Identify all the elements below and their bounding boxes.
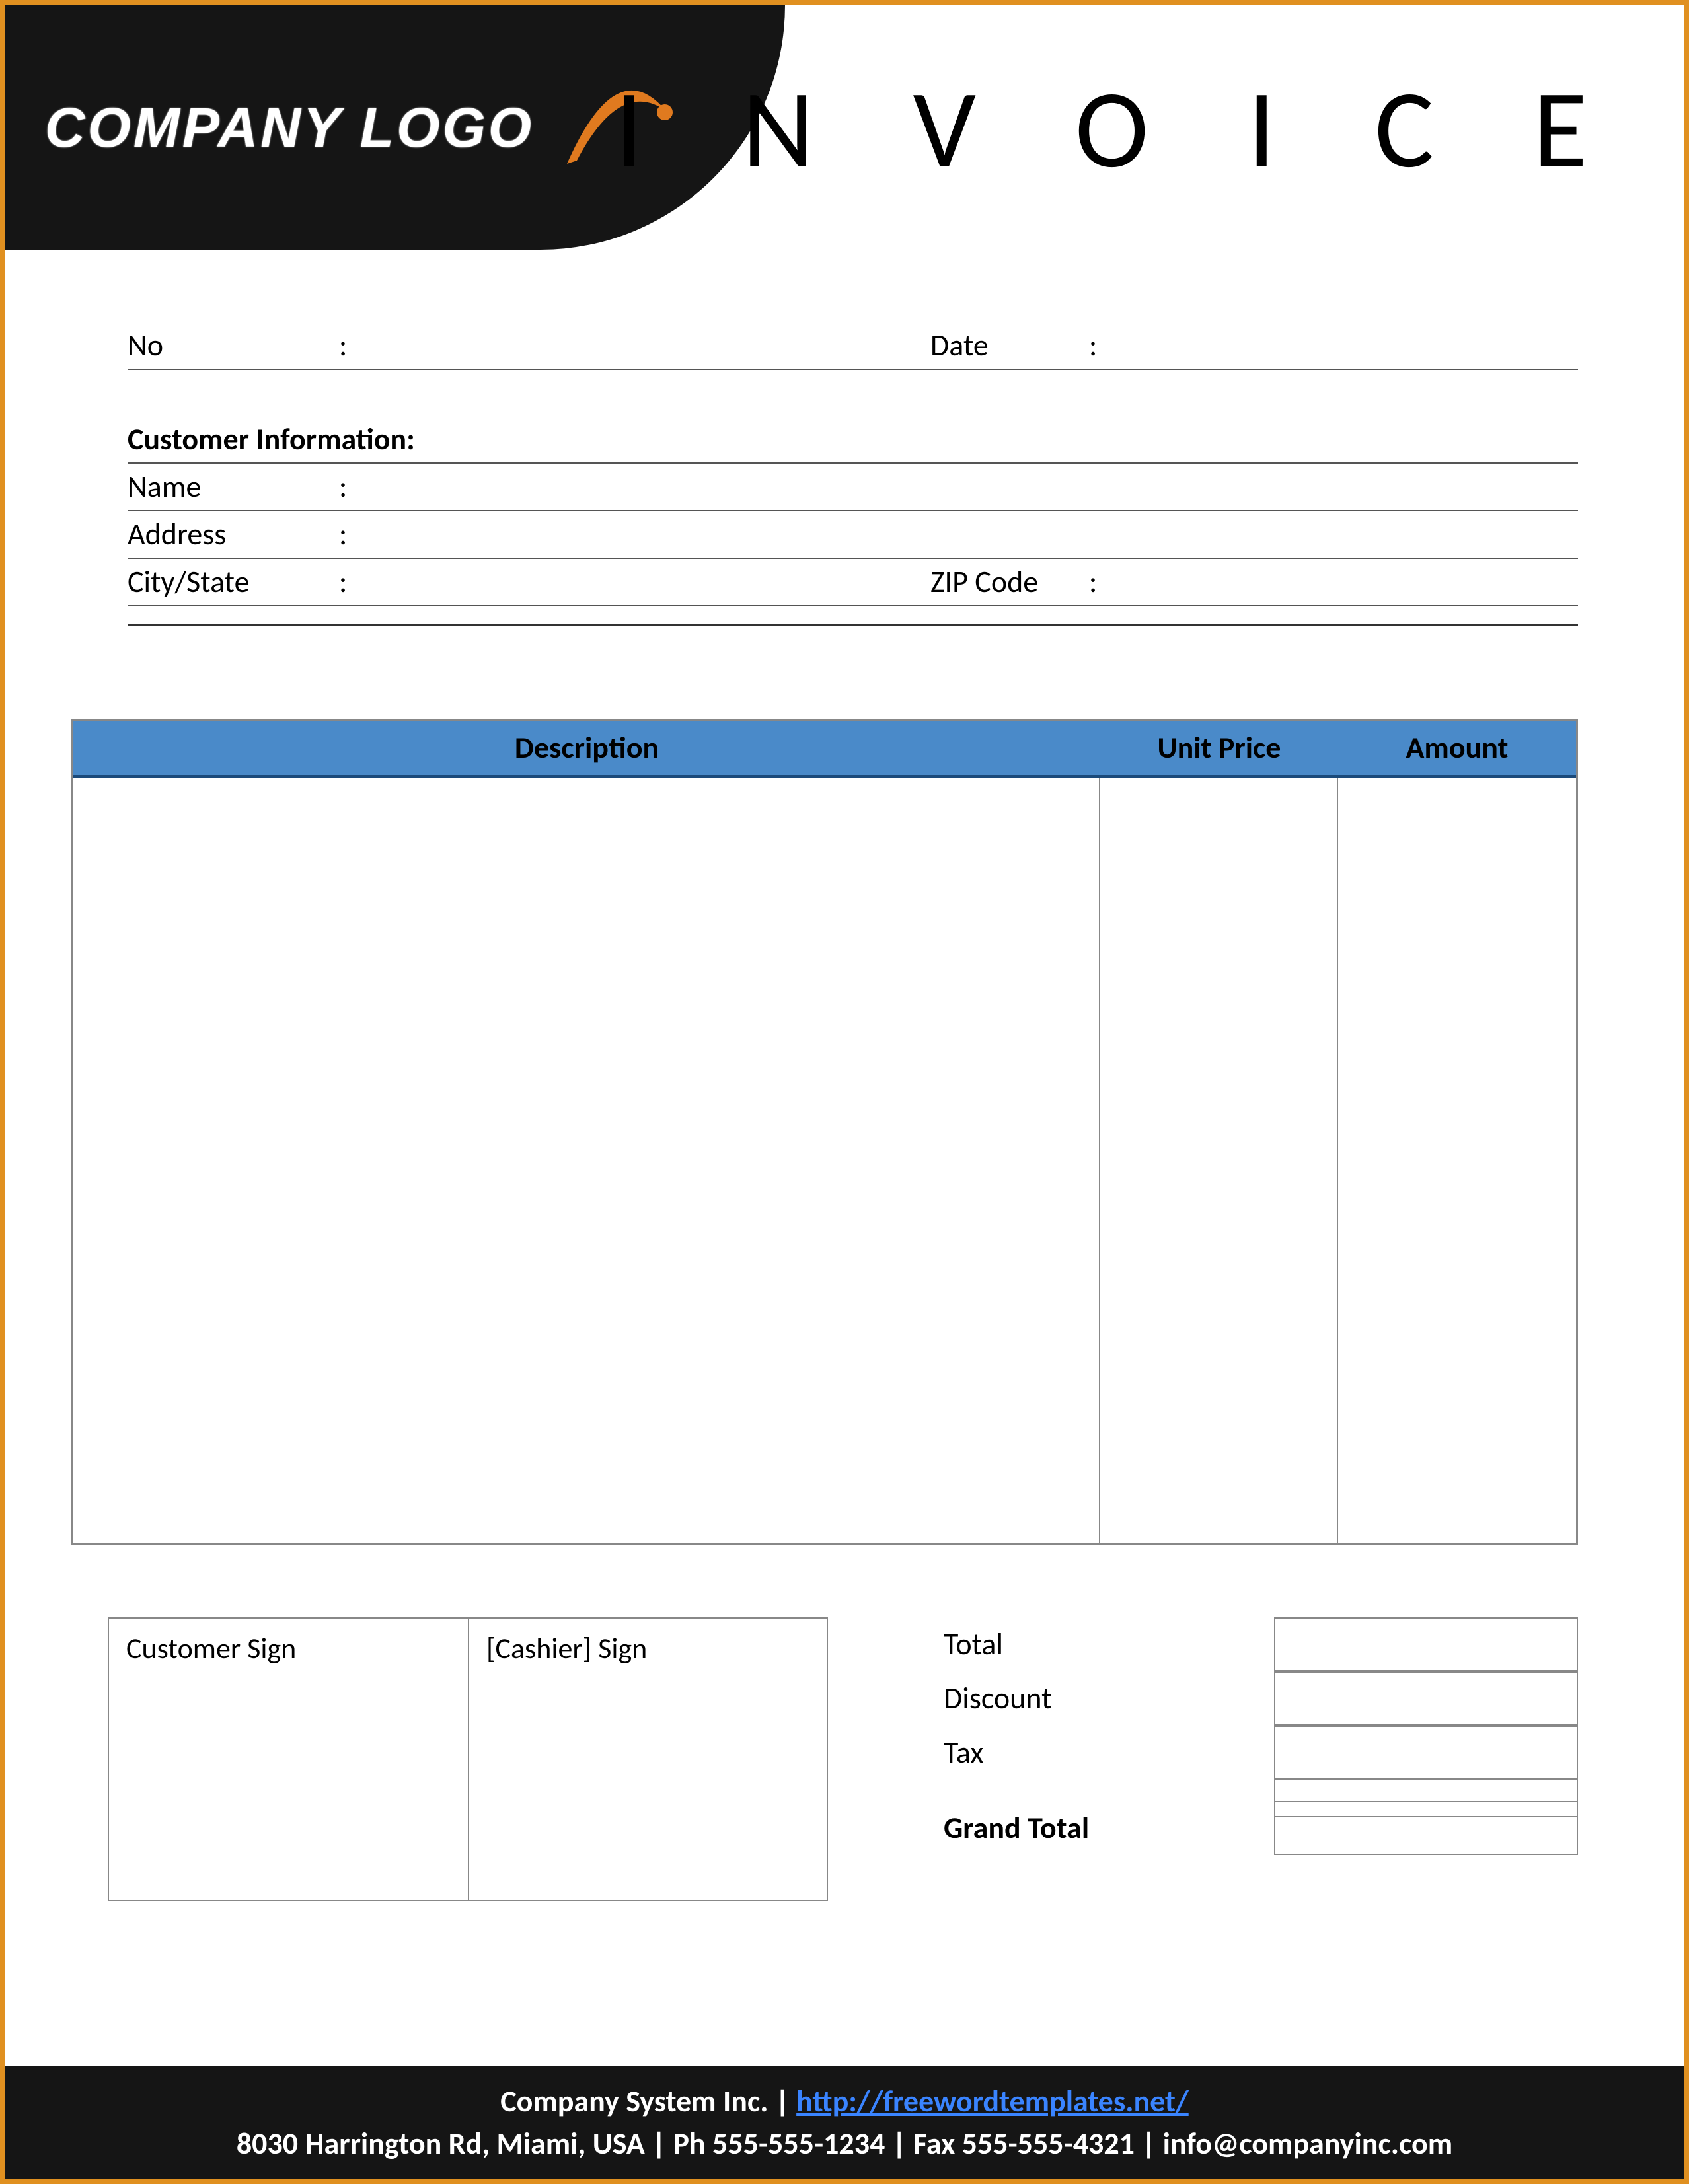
discount-label: Discount bbox=[917, 1680, 1274, 1717]
invoice-document: COMPANY LOGO I N V O I C E No : Date : C… bbox=[0, 0, 1689, 2184]
col-unit-price: Unit Price bbox=[1100, 729, 1338, 766]
divider bbox=[128, 624, 1578, 626]
cell-description[interactable] bbox=[73, 778, 1100, 1543]
row-total: Total bbox=[917, 1617, 1578, 1671]
no-label: No bbox=[128, 327, 339, 364]
total-label: Total bbox=[917, 1626, 1274, 1663]
grand-total-label: Grand Total bbox=[917, 1809, 1274, 1846]
colon: : bbox=[339, 327, 365, 364]
tax-label: Tax bbox=[917, 1734, 1274, 1771]
customer-sign-label: Customer Sign bbox=[126, 1630, 296, 1666]
row-address: Address : bbox=[128, 511, 1578, 559]
colon: : bbox=[1089, 564, 1115, 601]
col-amount: Amount bbox=[1338, 729, 1576, 766]
footer: Company System Inc. | http://freewordtem… bbox=[5, 2066, 1684, 2179]
footer-sep: | bbox=[768, 2083, 796, 2120]
city-state-label: City/State bbox=[128, 564, 339, 601]
cell-unit-price[interactable] bbox=[1100, 778, 1338, 1543]
line-items-table: Description Unit Price Amount bbox=[71, 719, 1578, 1545]
row-grand-total: Grand Total bbox=[917, 1801, 1578, 1855]
footer-url[interactable]: http://freewordtemplates.net/ bbox=[796, 2083, 1189, 2120]
colon: : bbox=[339, 468, 365, 505]
customer-info-heading: Customer Information: bbox=[128, 421, 415, 458]
signature-box: Customer Sign [Cashier] Sign bbox=[108, 1617, 828, 1901]
grand-total-value[interactable] bbox=[1274, 1801, 1578, 1855]
name-label: Name bbox=[128, 468, 339, 505]
colon: : bbox=[339, 516, 365, 553]
cashier-sign-cell[interactable]: [Cashier] Sign bbox=[468, 1619, 827, 1900]
info-block: No : Date : Customer Information: Name :… bbox=[128, 322, 1578, 626]
discount-value[interactable] bbox=[1274, 1671, 1578, 1726]
footer-line-2: 8030 Harrington Rd, Miami, USA | Ph 555-… bbox=[5, 2123, 1684, 2165]
row-gap bbox=[917, 1780, 1578, 1801]
row-no-date: No : Date : bbox=[128, 322, 1578, 370]
table-header: Description Unit Price Amount bbox=[73, 721, 1576, 778]
table-body bbox=[73, 778, 1576, 1543]
row-customer-heading: Customer Information: bbox=[128, 416, 1578, 464]
colon: : bbox=[339, 564, 365, 601]
header: COMPANY LOGO I N V O I C E bbox=[5, 5, 1684, 250]
total-value[interactable] bbox=[1274, 1617, 1578, 1671]
cashier-sign-label: [Cashier] Sign bbox=[486, 1630, 647, 1666]
row-discount: Discount bbox=[917, 1671, 1578, 1726]
invoice-title: I N V O I C E bbox=[615, 61, 1624, 197]
footer-company: Company System Inc. bbox=[500, 2083, 768, 2120]
footer-line-1: Company System Inc. | http://freewordtem… bbox=[5, 2080, 1684, 2123]
row-name: Name : bbox=[128, 464, 1578, 511]
lower-section: Customer Sign [Cashier] Sign Total Disco… bbox=[108, 1617, 1578, 1901]
col-description: Description bbox=[73, 729, 1100, 766]
zip-label: ZIP Code bbox=[930, 564, 1089, 601]
company-logo: COMPANY LOGO bbox=[45, 65, 679, 190]
customer-sign-cell[interactable]: Customer Sign bbox=[109, 1619, 468, 1900]
date-label: Date bbox=[930, 327, 1089, 364]
address-label: Address bbox=[128, 516, 339, 553]
totals-block: Total Discount Tax Grand Total bbox=[917, 1617, 1578, 1901]
cell-amount[interactable] bbox=[1338, 778, 1576, 1543]
row-city-zip: City/State : ZIP Code : bbox=[128, 559, 1578, 606]
logo-text: COMPANY LOGO bbox=[45, 96, 534, 160]
colon: : bbox=[1089, 327, 1115, 364]
